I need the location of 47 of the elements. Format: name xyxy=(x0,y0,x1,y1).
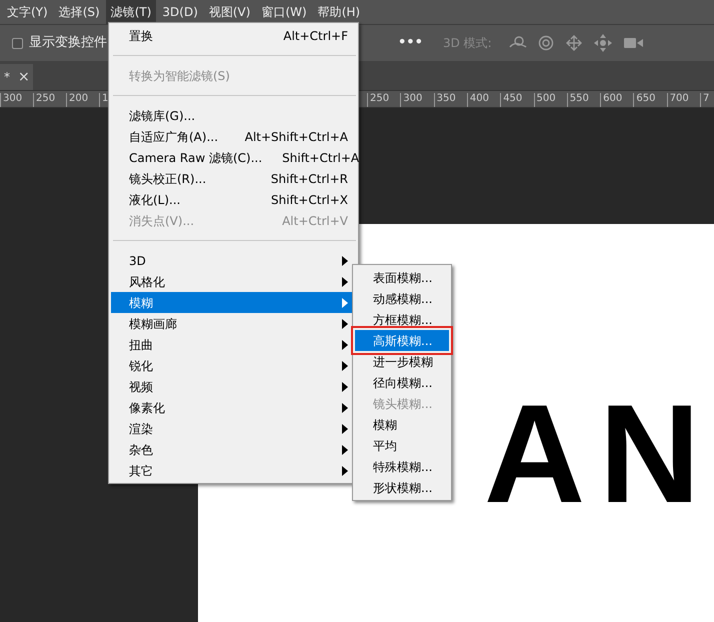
ruler-number: 300 xyxy=(400,93,422,107)
menu-title[interactable]: 3D(D) xyxy=(157,0,203,24)
ruler-number: 300 xyxy=(0,93,22,107)
checkbox[interactable] xyxy=(12,38,23,48)
ruler-number: 600 xyxy=(600,93,622,107)
menu-item[interactable]: 径向模糊... xyxy=(355,372,449,393)
ruler-number: 450 xyxy=(500,93,522,107)
menu-title[interactable]: 文字(Y) xyxy=(2,0,53,24)
ruler-number: 250 xyxy=(367,93,390,107)
more-button[interactable]: ••• xyxy=(398,33,423,53)
menu-item[interactable]: 形状模糊... xyxy=(355,477,449,498)
menu-item[interactable]: 特殊模糊... xyxy=(355,456,449,477)
menu-title[interactable]: 视图(V) xyxy=(204,0,256,24)
menu-item[interactable]: 方框模糊... xyxy=(355,309,449,330)
menu-item[interactable]: 镜头校正(R)... Shift+Ctrl+R xyxy=(111,168,356,189)
menu-item[interactable]: 平均 xyxy=(355,435,449,456)
ruler-number: 250 xyxy=(33,93,56,107)
menu-item[interactable]: 置换 Alt+Ctrl+F xyxy=(111,25,356,46)
menu-title[interactable]: 选择(S) xyxy=(54,0,105,24)
canvas-text: AN xyxy=(484,384,714,524)
menu-title[interactable]: 窗口(W) xyxy=(256,0,312,24)
camera-icon[interactable] xyxy=(624,36,644,50)
menu-item[interactable]: 高斯模糊... xyxy=(355,330,449,351)
mode-label: 3D 模式: xyxy=(442,35,492,52)
ruler-number: 400 xyxy=(466,93,489,107)
menu-item[interactable]: 滤镜库(G)... xyxy=(111,105,356,126)
menu-item[interactable]: 进一步模糊 xyxy=(355,351,449,372)
close-button[interactable]: × xyxy=(18,66,30,88)
pan-icon[interactable] xyxy=(594,34,612,52)
menu-item[interactable]: 动感模糊... xyxy=(355,288,449,309)
menu-item[interactable]: 液化(L)... Shift+Ctrl+X xyxy=(111,189,356,210)
ruler-number: 350 xyxy=(434,93,456,107)
ruler-number: 700 xyxy=(666,93,689,107)
menu-item[interactable]: 模糊 xyxy=(355,414,449,435)
rotate-icon[interactable] xyxy=(538,35,554,51)
menu-title[interactable]: 滤镜(T) xyxy=(106,0,156,24)
document-tab[interactable]: * xyxy=(4,68,10,86)
checkbox-label: 显示变换控件 xyxy=(29,34,107,52)
menu-item[interactable]: 表面模糊... xyxy=(355,267,449,288)
menu-item[interactable]: 自适应广角(A)... Alt+Shift+Ctrl+A xyxy=(111,126,356,147)
ruler-number: 650 xyxy=(633,93,656,107)
move-icon[interactable] xyxy=(566,35,582,51)
ruler-number: 7 xyxy=(700,93,710,107)
ruler-number: 200 xyxy=(66,93,88,107)
ruler-number: 500 xyxy=(534,93,556,107)
ruler-number: 550 xyxy=(566,93,589,107)
menu-title[interactable]: 帮助(H) xyxy=(312,0,366,24)
